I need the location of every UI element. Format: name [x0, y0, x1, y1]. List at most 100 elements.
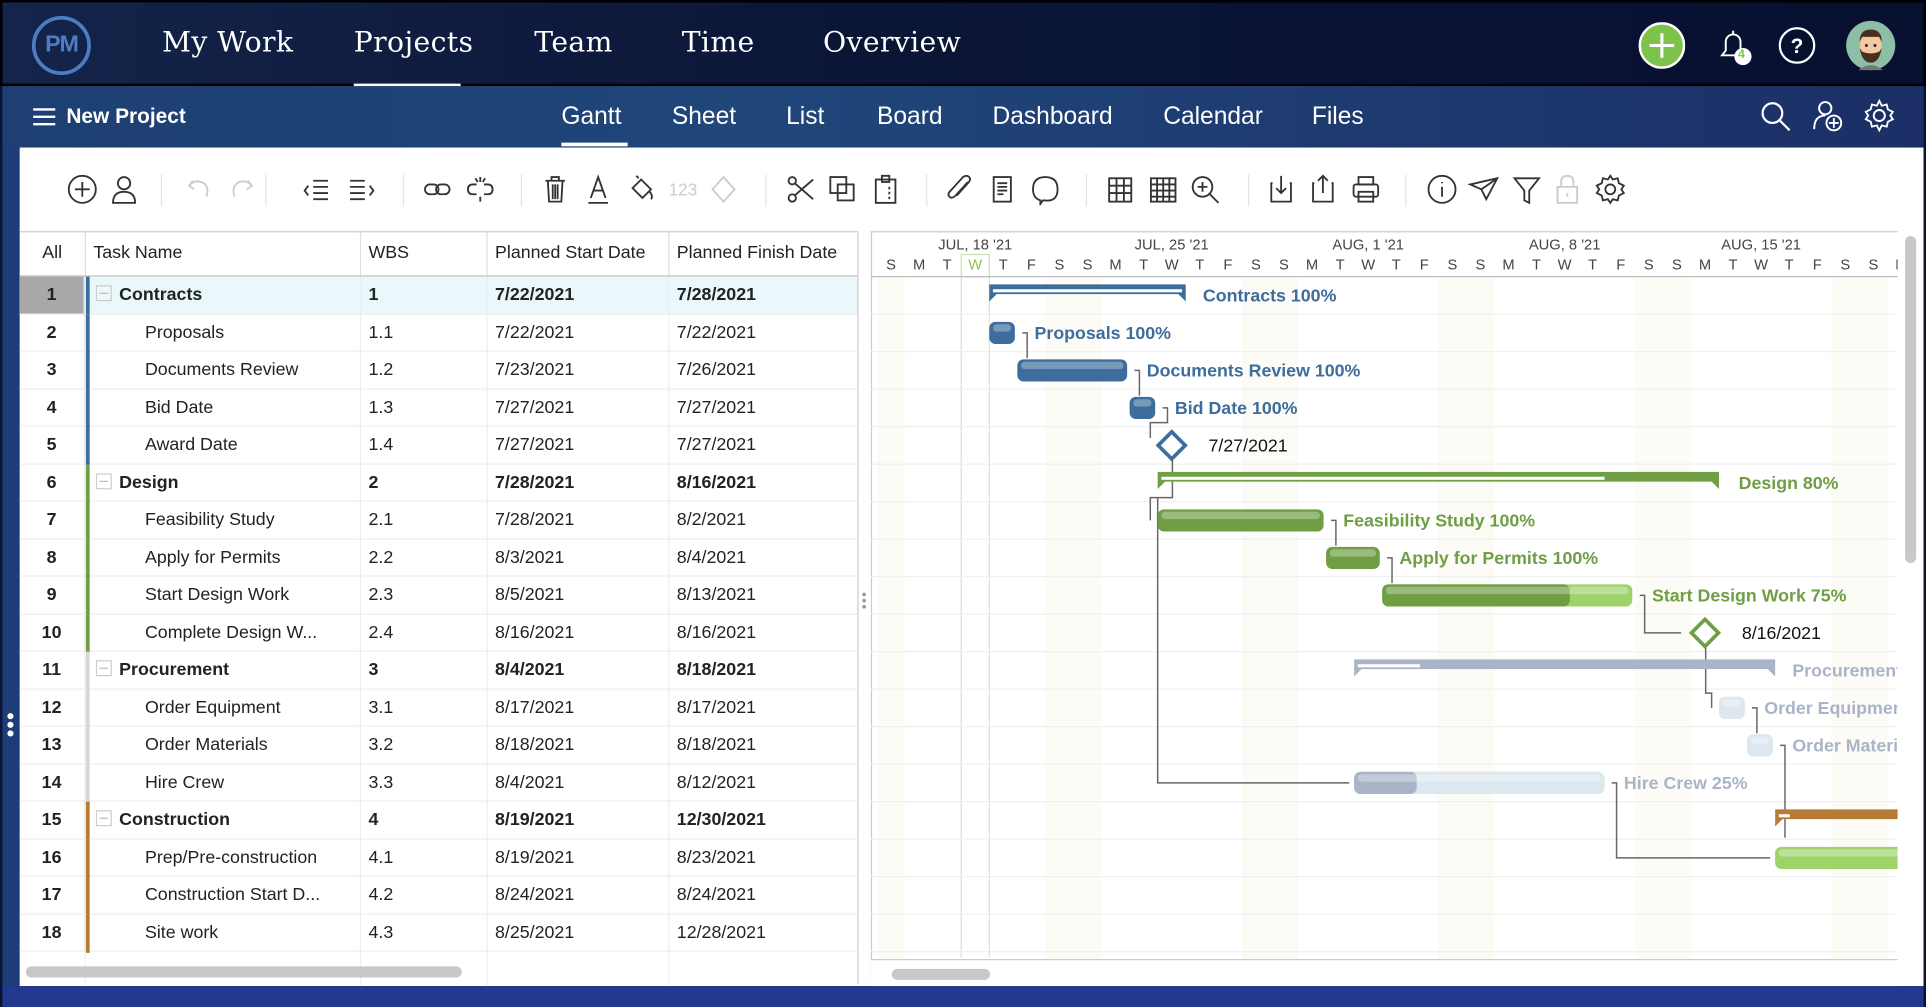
task-name-cell[interactable]: Proposals	[96, 314, 356, 351]
task-name-cell[interactable]: Hire Crew	[96, 764, 356, 801]
wbs-cell[interactable]: 3.3	[368, 764, 479, 801]
task-name-cell[interactable]: Award Date	[96, 427, 356, 464]
finish-date-cell[interactable]: 7/27/2021	[677, 389, 855, 426]
row-number[interactable]: 17	[20, 877, 84, 914]
wbs-cell[interactable]: 1.2	[368, 352, 479, 389]
row-number[interactable]: 8	[20, 539, 84, 576]
filter-icon[interactable]	[1510, 172, 1544, 206]
tab-gantt[interactable]: Gantt	[561, 103, 621, 131]
indent-icon[interactable]	[344, 172, 378, 206]
table-row[interactable]: 10 Complete Design W... 2.4 8/16/2021 8/16/2…	[19, 614, 858, 653]
outdent-icon[interactable]	[301, 172, 335, 206]
row-number[interactable]: 10	[20, 614, 84, 651]
table-row[interactable]: 11 Procurement 3 8/4/2021 8/18/2021	[19, 651, 858, 690]
table-row[interactable]: 15 Construction 4 8/19/2021 12/30/2021	[19, 801, 858, 840]
fill-color-icon[interactable]	[624, 172, 658, 206]
row-number[interactable]: 4	[20, 389, 84, 426]
zoom-icon[interactable]	[1188, 172, 1222, 206]
row-number[interactable]: 3	[20, 352, 84, 389]
unlink-icon[interactable]	[463, 172, 497, 206]
wbs-cell[interactable]: 4.3	[368, 914, 479, 951]
start-date-cell[interactable]: 8/25/2021	[495, 914, 667, 951]
task-name-cell[interactable]: Procurement	[95, 652, 356, 689]
finish-date-cell[interactable]: 8/2/2021	[677, 502, 855, 539]
notes-icon[interactable]	[985, 172, 1019, 206]
tab-calendar[interactable]: Calendar	[1163, 103, 1263, 131]
table-row[interactable]: 17 Construction Start D... 4.2 8/24/2021 8/2…	[19, 876, 858, 915]
wbs-cell[interactable]: 3	[368, 652, 479, 689]
print-icon[interactable]	[1349, 172, 1383, 206]
wbs-cell[interactable]: 2.4	[368, 614, 479, 651]
row-number[interactable]: 12	[20, 689, 84, 726]
nav-team[interactable]: Team	[534, 27, 612, 59]
settings-icon[interactable]	[1593, 172, 1627, 206]
gantt-vertical-scrollbar[interactable]	[1903, 231, 1920, 956]
task-name-cell[interactable]: Complete Design W...	[96, 614, 356, 651]
finish-date-cell[interactable]: 12/28/2021	[677, 914, 855, 951]
start-date-cell[interactable]: 7/28/2021	[495, 502, 667, 539]
table-row[interactable]: 14 Hire Crew 3.3 8/4/2021 8/12/2021	[19, 764, 858, 803]
start-date-cell[interactable]: 8/4/2021	[495, 652, 667, 689]
tab-dashboard[interactable]: Dashboard	[992, 103, 1112, 131]
export-icon[interactable]	[1306, 172, 1340, 206]
start-date-cell[interactable]: 7/23/2021	[495, 352, 667, 389]
copy-icon[interactable]	[825, 172, 859, 206]
tab-list[interactable]: List	[786, 103, 824, 131]
table-row[interactable]: 1 Contracts 1 7/22/2021 7/28/2021	[19, 276, 858, 315]
wbs-cell[interactable]: 2	[368, 464, 479, 501]
finish-date-cell[interactable]: 7/26/2021	[677, 352, 855, 389]
start-date-cell[interactable]: 8/3/2021	[495, 539, 667, 576]
col-planned-finish[interactable]: Planned Finish Date	[668, 232, 857, 276]
table-row[interactable]: 8 Apply for Permits 2.2 8/3/2021 8/4/2021	[19, 539, 858, 578]
finish-date-cell[interactable]: 8/4/2021	[677, 539, 855, 576]
row-number[interactable]: 2	[20, 314, 84, 351]
row-number[interactable]: 15	[20, 802, 84, 839]
table-row[interactable]: 3 Documents Review 1.2 7/23/2021 7/26/2021	[19, 351, 858, 390]
nav-overview[interactable]: Overview	[823, 27, 961, 59]
pm-logo[interactable]: PM	[31, 15, 91, 75]
finish-date-cell[interactable]: 8/24/2021	[677, 877, 855, 914]
user-avatar[interactable]	[1845, 20, 1897, 78]
table-row[interactable]: 6 Design 2 7/28/2021 8/16/2021	[19, 464, 858, 503]
cut-icon[interactable]	[784, 172, 818, 206]
undo-icon[interactable]	[182, 172, 216, 206]
text-color-icon[interactable]	[581, 172, 615, 206]
bell-icon[interactable]: 4	[1712, 25, 1756, 75]
wbs-cell[interactable]: 4.2	[368, 877, 479, 914]
grid-icon[interactable]	[1146, 172, 1180, 206]
row-number[interactable]: 16	[20, 839, 84, 876]
wbs-cell[interactable]: 1.1	[368, 314, 479, 351]
milestone-diamond[interactable]	[1155, 429, 1188, 462]
panel-toggle-handle[interactable]	[7, 713, 14, 739]
task-name-cell[interactable]: Contracts	[95, 277, 356, 314]
table-row[interactable]: 2 Proposals 1.1 7/22/2021 7/22/2021	[19, 314, 858, 353]
finish-date-cell[interactable]: 7/22/2021	[677, 314, 855, 351]
task-name-cell[interactable]: Bid Date	[96, 389, 356, 426]
row-number[interactable]: 6	[20, 464, 84, 501]
collapse-toggle[interactable]	[95, 472, 112, 489]
paste-icon[interactable]	[868, 172, 902, 206]
wbs-cell[interactable]: 1.3	[368, 389, 479, 426]
finish-date-cell[interactable]: 8/18/2021	[677, 652, 855, 689]
table-row[interactable]: 18 Site work 4.3 8/25/2021 12/28/2021	[19, 914, 858, 953]
table-row[interactable]: 16 Prep/Pre-construction 4.1 8/19/2021 8/23/…	[19, 839, 858, 878]
finish-date-cell[interactable]: 8/13/2021	[677, 577, 855, 614]
row-number[interactable]: 5	[20, 427, 84, 464]
row-number[interactable]: 9	[20, 577, 84, 614]
summary-bar[interactable]	[1354, 659, 1776, 677]
add-task-icon[interactable]	[65, 172, 99, 206]
col-wbs[interactable]: WBS	[359, 232, 487, 276]
finish-date-cell[interactable]: 7/27/2021	[677, 427, 855, 464]
table-row[interactable]: 4 Bid Date 1.3 7/27/2021 7/27/2021	[19, 389, 858, 428]
search-icon[interactable]	[1759, 100, 1793, 141]
finish-date-cell[interactable]: 8/18/2021	[677, 727, 855, 764]
wbs-cell[interactable]: 3.1	[368, 689, 479, 726]
row-number[interactable]: 14	[20, 764, 84, 801]
start-date-cell[interactable]: 7/28/2021	[495, 464, 667, 501]
wbs-cell[interactable]: 3.2	[368, 727, 479, 764]
start-date-cell[interactable]: 7/22/2021	[495, 314, 667, 351]
wbs-cell[interactable]: 1.4	[368, 427, 479, 464]
finish-date-cell[interactable]: 8/17/2021	[677, 689, 855, 726]
send-icon[interactable]	[1467, 172, 1501, 206]
delete-icon[interactable]	[538, 172, 572, 206]
